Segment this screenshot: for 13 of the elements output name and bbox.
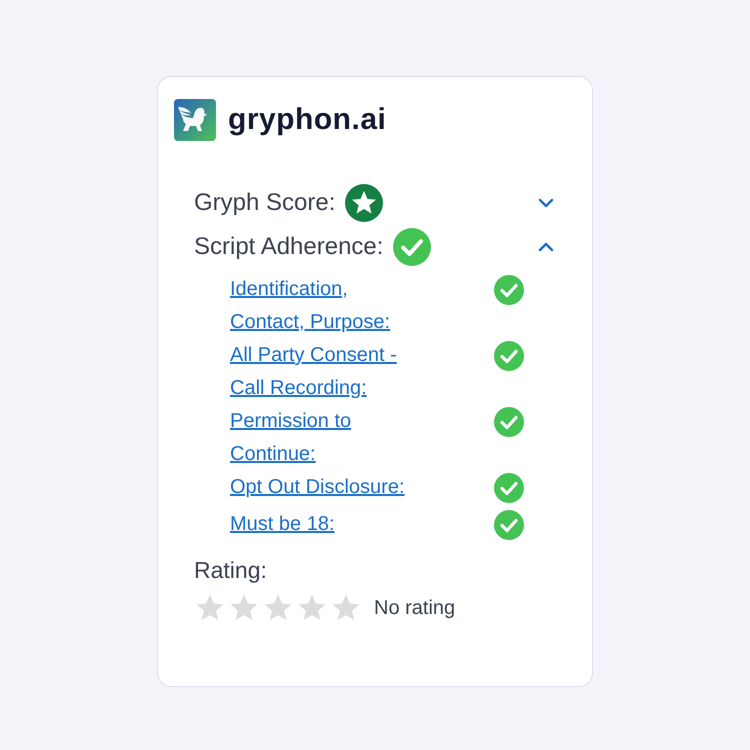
criterion-link[interactable]: Identification, Contact, Purpose: (230, 273, 415, 339)
brand-name: gryphon.ai (228, 103, 386, 137)
check-icon (393, 228, 432, 266)
criterion-link[interactable]: Permission to Continue: (230, 405, 415, 471)
star-badge-icon (345, 184, 384, 222)
criterion-link[interactable]: Must be 18: (230, 508, 415, 541)
rating-text: No rating (374, 596, 456, 620)
criterion-link[interactable]: All Party Consent - Call Recording: (230, 339, 415, 405)
section-label: Gryph Score: (194, 189, 336, 217)
logo-icon (174, 99, 216, 141)
rating-label: Rating: (194, 557, 268, 584)
criterion-link[interactable]: Opt Out Disclosure: (230, 471, 415, 504)
section-label: Script Adherence: (194, 233, 384, 261)
